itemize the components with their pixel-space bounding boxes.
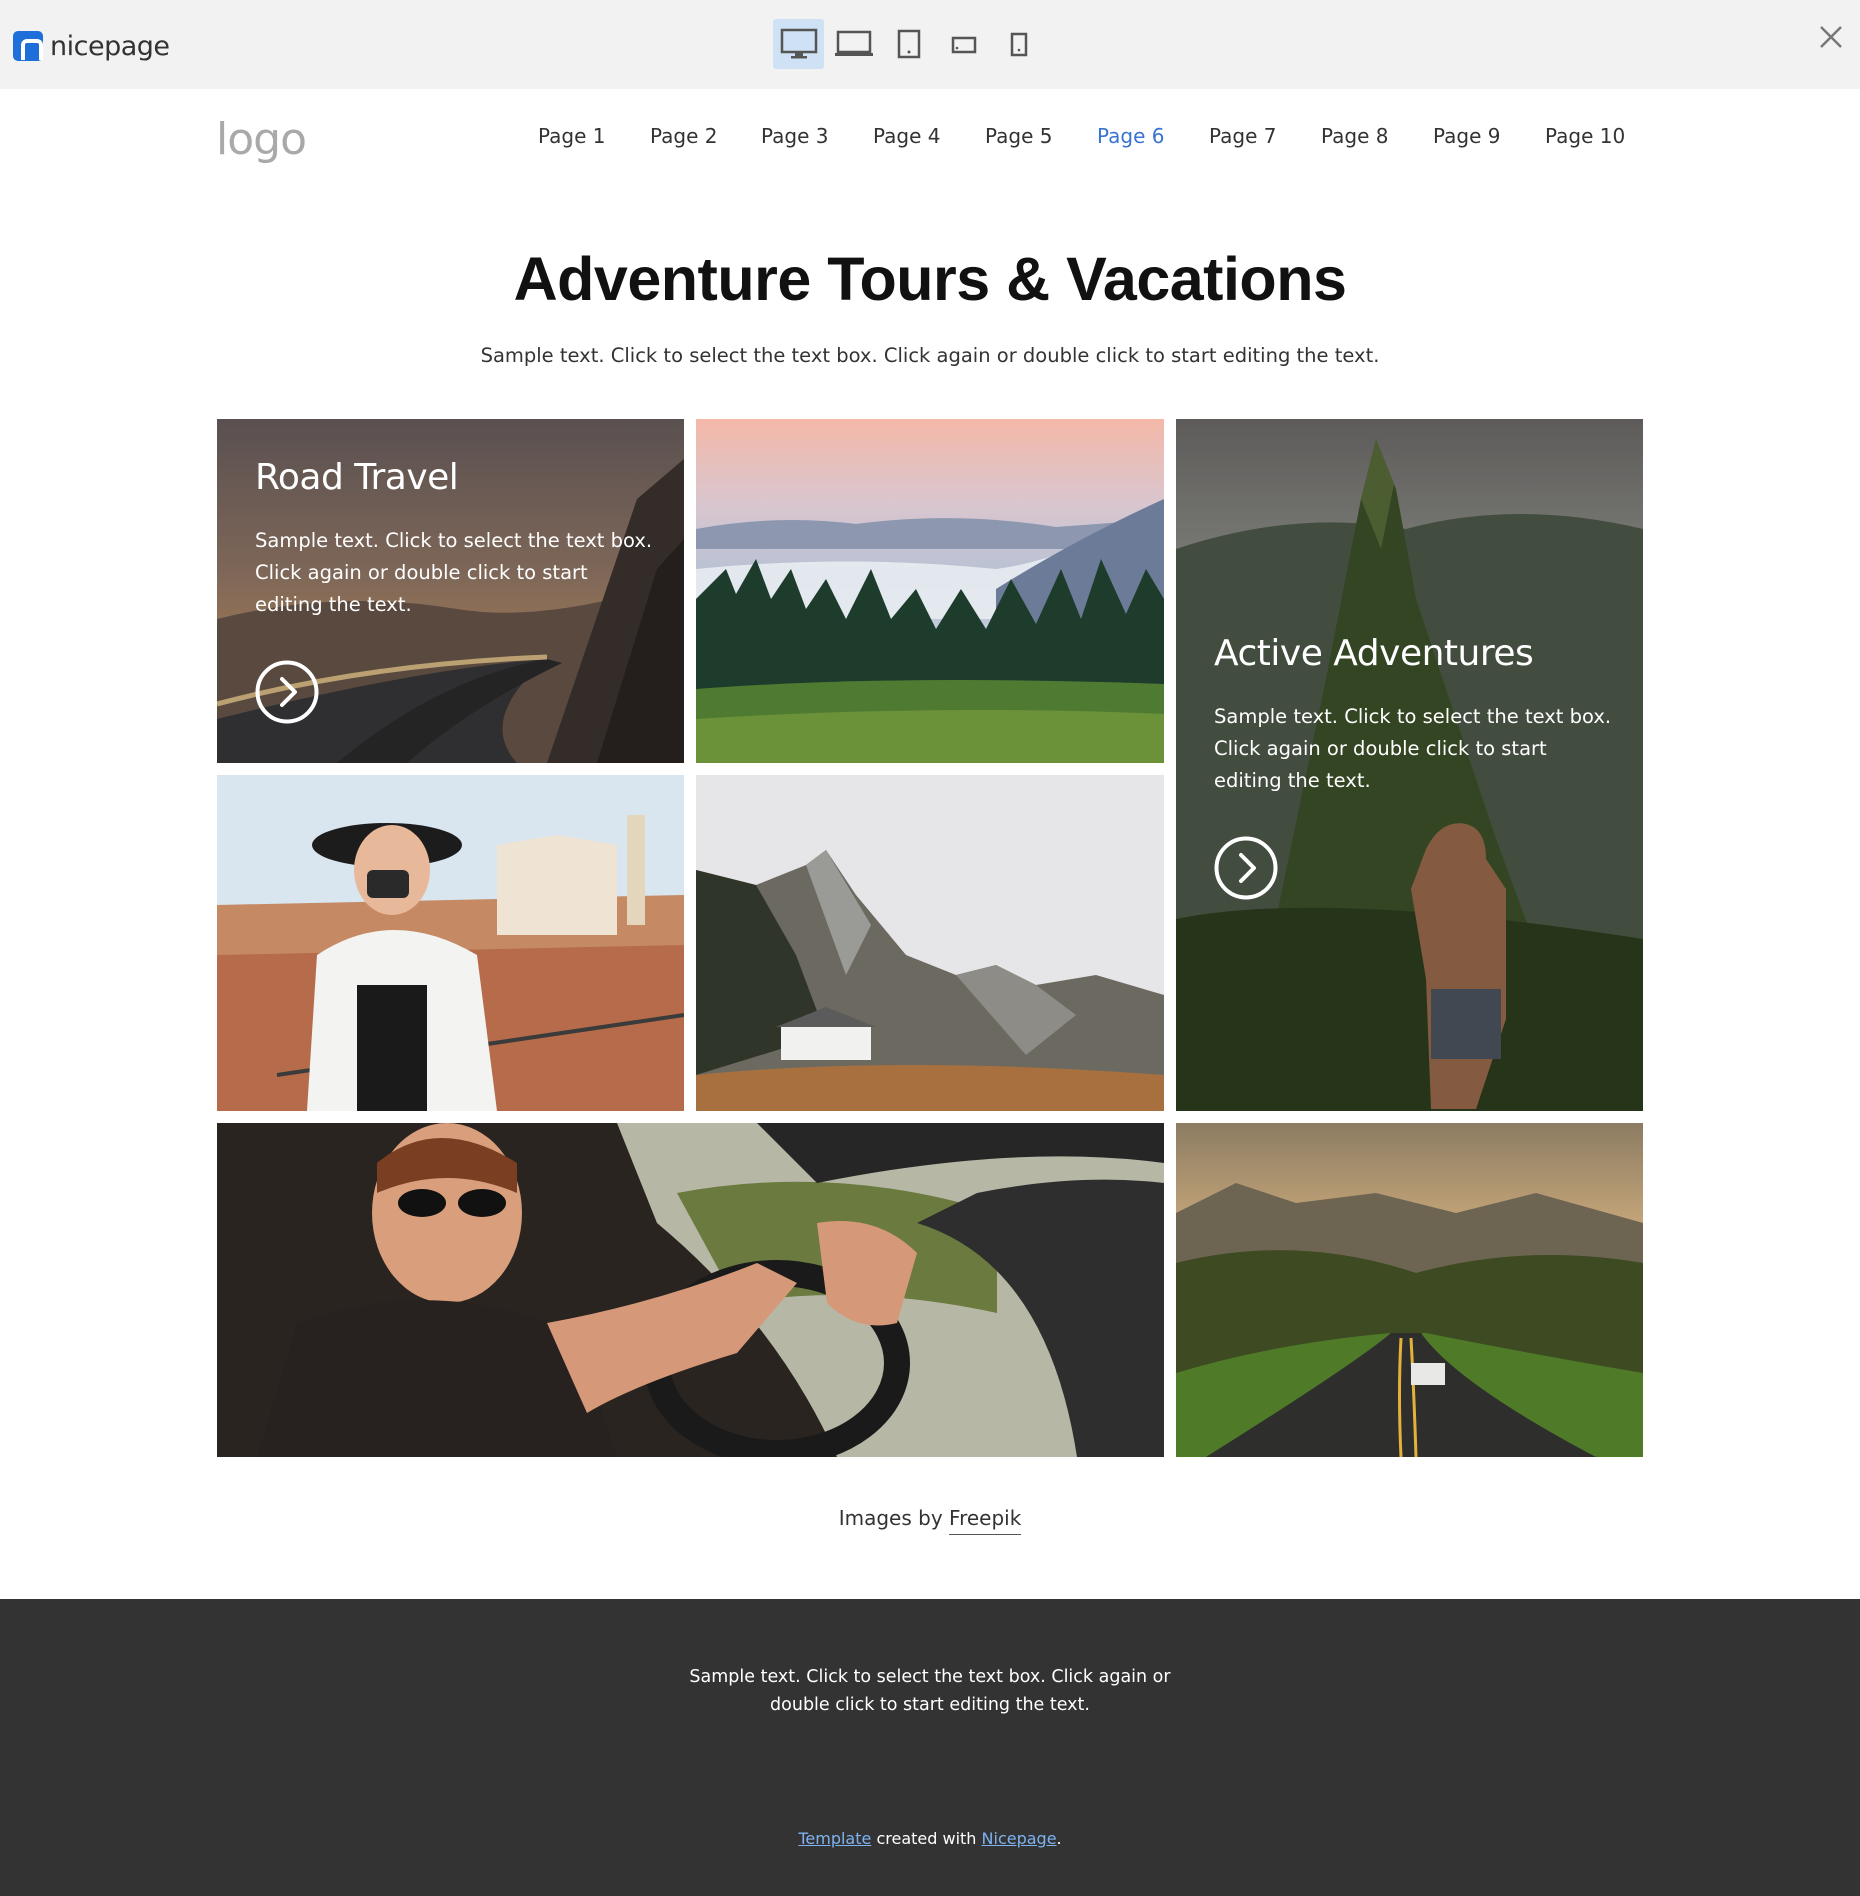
nicepage-logo-icon (13, 31, 43, 61)
device-switcher (773, 19, 1048, 69)
road-travel-arrow-button[interactable] (255, 660, 319, 724)
device-phone-landscape-button[interactable] (938, 19, 989, 69)
road-travel-tile: Road Travel Sample text. Click to select… (217, 419, 684, 763)
nav-item-page-4[interactable]: Page 4 (873, 124, 941, 148)
driver-photo (217, 1123, 1164, 1457)
footer-credit-end: . (1056, 1829, 1062, 1848)
page-title: Adventure Tours & Vacations (513, 245, 1347, 313)
nicepage-link[interactable]: Nicepage (982, 1829, 1057, 1848)
brand-name: nicepage (50, 30, 170, 62)
man-driving-image (217, 1123, 1164, 1457)
nav-item-page-10[interactable]: Page 10 (1545, 124, 1625, 148)
jungle-road-photo (1176, 1123, 1643, 1457)
nav-item-page-7[interactable]: Page 7 (1209, 124, 1277, 148)
misty-forest-image (696, 419, 1164, 763)
device-tablet-button[interactable] (883, 19, 934, 69)
active-adventures-heading: Active Adventures (1214, 633, 1534, 674)
nav-item-page-5[interactable]: Page 5 (985, 124, 1053, 148)
forest-photo (696, 419, 1164, 763)
laptop-icon (834, 30, 873, 56)
footer-credit: Template created with Nicepage. (0, 1829, 1860, 1848)
nav-item-page-8[interactable]: Page 8 (1321, 124, 1389, 148)
photographer-image (217, 775, 684, 1111)
freepik-link[interactable]: Freepik (949, 1506, 1022, 1535)
footer-text: Sample text. Click to select the text bo… (689, 1667, 1171, 1715)
image-credit: Images by Freepik (0, 1506, 1860, 1535)
tablet-icon (897, 29, 920, 59)
active-adventures-text: Sample text. Click to select the text bo… (1214, 705, 1612, 792)
road-travel-heading: Road Travel (255, 457, 459, 498)
nav-item-page-6[interactable]: Page 6 (1097, 124, 1165, 148)
nicepage-brand[interactable]: nicepage (13, 30, 170, 62)
device-laptop-button[interactable] (828, 19, 879, 69)
editor-toolbar: nicepage (0, 0, 1860, 89)
phone-portrait-icon (1010, 32, 1027, 57)
site-footer: Sample text. Click to select the text bo… (0, 1599, 1860, 1896)
template-link[interactable]: Template (798, 1829, 871, 1848)
phone-landscape-icon (951, 36, 976, 54)
nav-item-page-3[interactable]: Page 3 (761, 124, 829, 148)
nav-item-page-9[interactable]: Page 9 (1433, 124, 1501, 148)
mountain-house-image (696, 775, 1164, 1111)
desktop-icon (780, 28, 817, 59)
main-nav: Page 1 Page 2 Page 3 Page 4 Page 5 Page … (0, 124, 1860, 154)
road-travel-text: Sample text. Click to select the text bo… (255, 529, 653, 616)
footer-credit-middle: created with (876, 1829, 977, 1848)
device-desktop-button[interactable] (773, 19, 824, 69)
nav-item-page-1[interactable]: Page 1 (538, 124, 606, 148)
image-credit-prefix: Images by (838, 1506, 943, 1530)
active-adventures-tile: Active Adventures Sample text. Click to … (1176, 419, 1643, 1111)
close-icon[interactable] (1816, 22, 1846, 52)
jungle-road-image (1176, 1123, 1643, 1457)
nav-item-page-2[interactable]: Page 2 (650, 124, 718, 148)
page-subtitle: Sample text. Click to select the text bo… (480, 344, 1380, 367)
photographer-photo (217, 775, 684, 1111)
device-phone-portrait-button[interactable] (993, 19, 1044, 69)
mountain-house-photo (696, 775, 1164, 1111)
active-adventures-arrow-button[interactable] (1214, 836, 1278, 900)
